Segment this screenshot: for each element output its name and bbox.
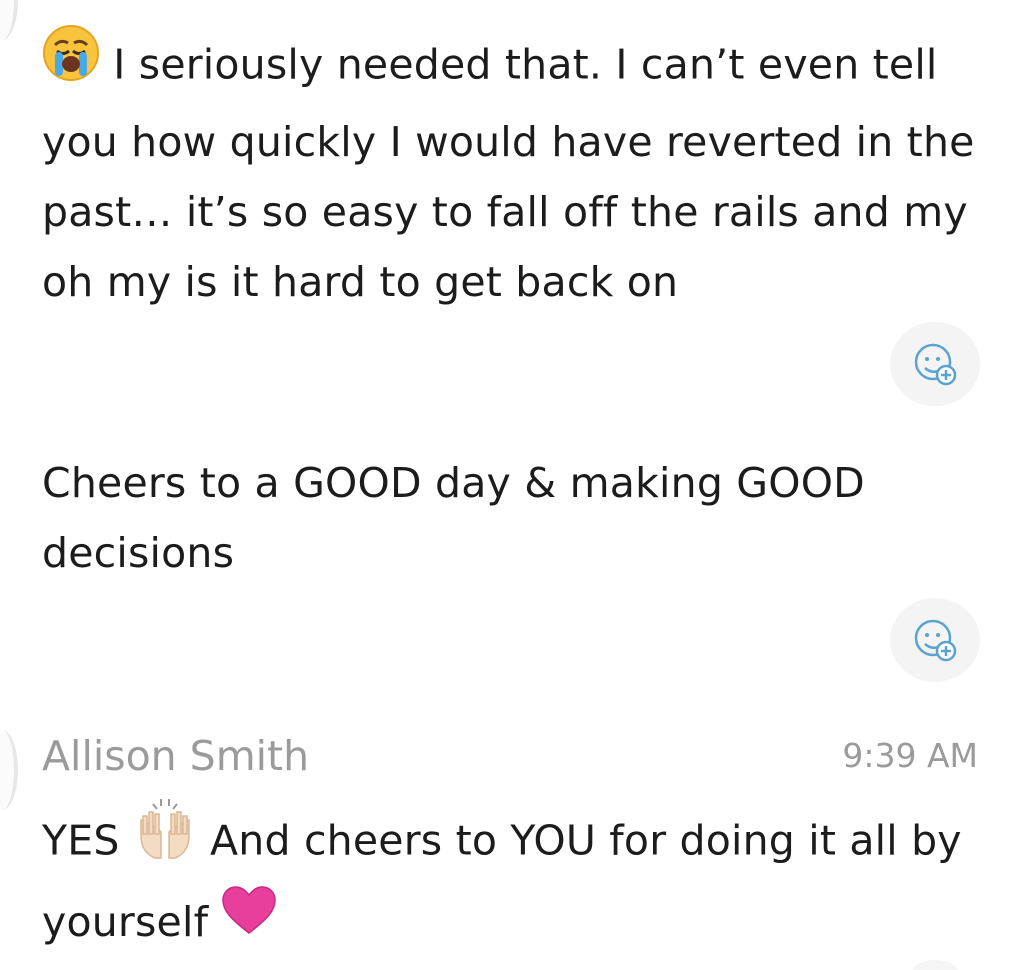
next-reaction-button-edge [912,960,958,970]
message-text: Cheers to a GOOD day & making GOOD decis… [42,459,865,577]
message-header: Allison Smith 9:39 AM [42,722,978,790]
add-reaction-icon [914,343,957,386]
message-text: I seriously needed that. I can’t even te… [42,25,982,317]
previous-avatar-edge [0,0,18,40]
pink-heart-icon [221,885,277,958]
message-text: YES And cheers to YOU for doing it all b… [42,799,982,962]
loudly-crying-face-icon [42,24,100,103]
raising-hands-icon [133,796,197,883]
add-reaction-button[interactable] [890,598,980,682]
sender-avatar-edge [0,730,18,810]
add-reaction-button[interactable] [890,322,980,406]
message-timestamp: 9:39 AM [842,736,978,775]
add-reaction-icon [914,619,957,662]
sender-name[interactable]: Allison Smith [42,722,309,790]
